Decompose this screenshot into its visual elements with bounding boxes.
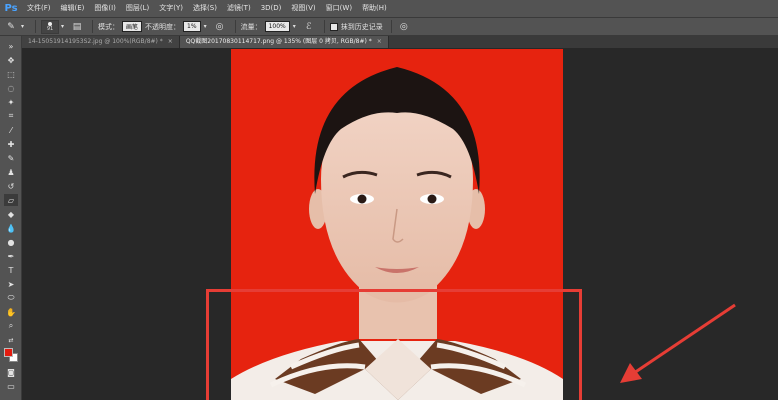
menu-help[interactable]: 帮助(H) <box>357 0 392 17</box>
healing-brush-tool-icon[interactable]: ✚ <box>4 138 18 150</box>
divider <box>390 20 392 33</box>
clone-stamp-tool-icon[interactable]: ♟ <box>4 166 18 178</box>
path-selection-tool-icon[interactable]: ➤ <box>4 278 18 290</box>
divider <box>323 20 325 33</box>
pressure-size-icon[interactable]: ◎ <box>397 21 411 33</box>
tools-panel: » ✥ ⬚ ◌ ✦ ⌗ ⁄ ✚ ✎ ♟ ↺ ▱ ◆ 💧 ● ✒ T ➤ ⬭ ✋ … <box>0 36 22 400</box>
menu-file[interactable]: 文件(F) <box>22 0 56 17</box>
tab-document-2[interactable]: QQ截图20170830114717.png @ 135% (图层 0 拷贝, … <box>179 36 389 48</box>
opacity-label: 不透明度： <box>145 22 181 31</box>
erase-to-history-checkbox[interactable] <box>329 22 338 31</box>
paint-bucket-tool-icon[interactable]: ◆ <box>4 208 18 220</box>
brush-picker-arrow-icon[interactable]: ▾ <box>61 23 64 30</box>
flow-input[interactable]: 100% <box>264 21 290 32</box>
type-tool-icon[interactable]: T <box>4 264 18 276</box>
tool-preset-arrow-icon[interactable]: ▾ <box>21 23 24 30</box>
divider <box>234 20 236 33</box>
brush-size-value: 91 <box>46 25 54 32</box>
divider <box>92 20 94 33</box>
menu-layer[interactable]: 图层(L) <box>121 0 154 17</box>
opacity-arrow-icon[interactable]: ▾ <box>204 23 207 30</box>
dodge-tool-icon[interactable]: ● <box>4 236 18 248</box>
pen-tool-icon[interactable]: ✒ <box>4 250 18 262</box>
menu-filter[interactable]: 滤镜(T) <box>222 0 256 17</box>
crop-tool-icon[interactable]: ⌗ <box>4 110 18 122</box>
pressure-opacity-icon[interactable]: ◎ <box>213 21 227 33</box>
ellipse-tool-icon[interactable]: ⬭ <box>4 292 18 304</box>
annotation-arrow-icon <box>620 303 736 383</box>
erase-to-history-label: 抹到历史记录 <box>340 22 383 31</box>
menu-3d[interactable]: 3D(D) <box>256 0 287 17</box>
menu-edit[interactable]: 编辑(E) <box>56 0 90 17</box>
quick-select-tool-icon[interactable]: ✦ <box>4 96 18 108</box>
screen-mode-icon[interactable]: ▭ <box>4 380 18 392</box>
brush-size-picker[interactable]: 91 <box>41 19 60 34</box>
highlight-annotation-box <box>206 289 582 400</box>
zoom-tool-icon[interactable]: ⌕ <box>4 320 18 332</box>
close-icon[interactable]: × <box>168 38 173 45</box>
menu-bar: Ps 文件(F) 编辑(E) 图像(I) 图层(L) 文字(Y) 选择(S) 滤… <box>0 0 778 17</box>
tab-label: 14-150519141953S2.jpg @ 100%(RGB/8#) * <box>28 38 163 45</box>
hand-tool-icon[interactable]: ✋ <box>4 306 18 318</box>
move-tool-icon[interactable]: ✥ <box>4 54 18 66</box>
menu-view[interactable]: 视图(V) <box>286 0 320 17</box>
options-bar: ✎ ▾ 91 ▾ ▤ 模式： 画笔 不透明度： 1% ▾ ◎ 流量： 100% … <box>0 17 778 36</box>
swap-colors-icon[interactable]: ⇄ <box>4 334 18 346</box>
menu-type[interactable]: 文字(Y) <box>154 0 188 17</box>
lasso-tool-icon[interactable]: ◌ <box>4 82 18 94</box>
flow-label: 流量： <box>240 22 262 31</box>
eraser-tool-icon[interactable]: ▱ <box>4 194 18 206</box>
eyedropper-tool-icon[interactable]: ⁄ <box>4 124 18 136</box>
collapse-arrows-icon[interactable]: » <box>4 40 18 52</box>
opacity-input[interactable]: 1% <box>183 21 201 32</box>
history-brush-tool-icon[interactable]: ↺ <box>4 180 18 192</box>
divider <box>35 20 37 33</box>
foreground-color-swatch[interactable] <box>4 348 13 357</box>
menu-window[interactable]: 窗口(W) <box>321 0 357 17</box>
document-tabs: 14-150519141953S2.jpg @ 100%(RGB/8#) * × … <box>22 36 778 48</box>
close-icon[interactable]: × <box>377 38 382 45</box>
menu-image[interactable]: 图像(I) <box>89 0 121 17</box>
airbrush-icon[interactable]: ℰ <box>302 21 316 33</box>
quick-mask-icon[interactable]: ◙ <box>4 366 18 378</box>
brush-panel-icon[interactable]: ▤ <box>70 21 84 33</box>
brush-tool-icon[interactable]: ✎ <box>4 152 18 164</box>
tab-document-1[interactable]: 14-150519141953S2.jpg @ 100%(RGB/8#) * × <box>22 36 180 48</box>
mode-select[interactable]: 画笔 <box>122 21 143 32</box>
menu-select[interactable]: 选择(S) <box>188 0 222 17</box>
blur-tool-icon[interactable]: 💧 <box>4 222 18 234</box>
marquee-tool-icon[interactable]: ⬚ <box>4 68 18 80</box>
mode-label: 模式： <box>98 22 120 31</box>
flow-arrow-icon[interactable]: ▾ <box>293 23 296 30</box>
photoshop-logo[interactable]: Ps <box>0 0 22 17</box>
tab-label: QQ截图20170830114717.png @ 135% (图层 0 拷贝, … <box>185 38 372 45</box>
history-brush-tool-icon[interactable]: ✎ <box>4 21 18 33</box>
